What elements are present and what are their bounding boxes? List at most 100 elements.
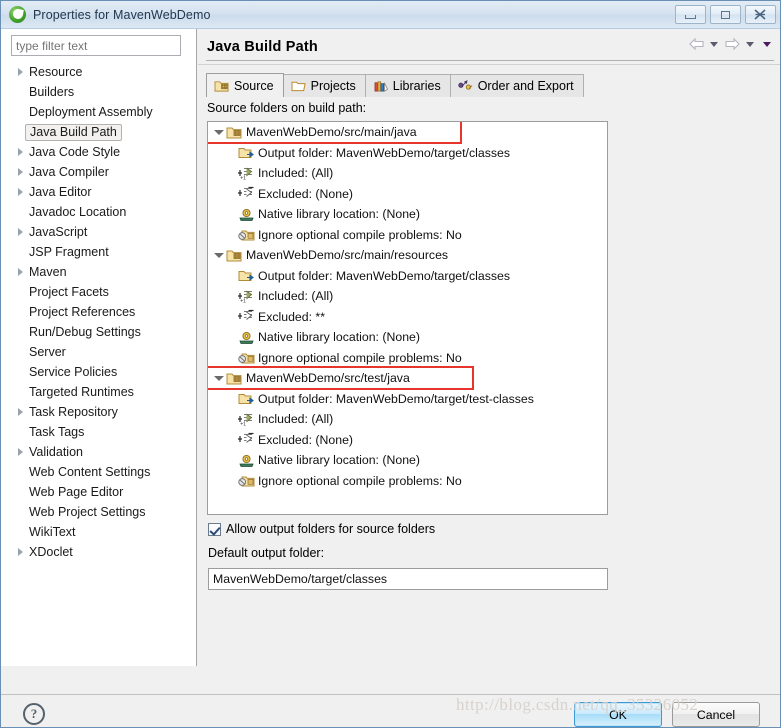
svg-text:+1: +1 bbox=[240, 421, 246, 427]
source-folder-attribute-row[interactable]: Output folder: MavenWebDemo/target/test-… bbox=[208, 389, 607, 410]
sidebar-item-java-editor[interactable]: Java Editor bbox=[1, 182, 196, 202]
back-dropdown-caret-down-icon[interactable] bbox=[710, 41, 718, 47]
native-library-icon bbox=[239, 208, 254, 221]
source-folder-attribute-row[interactable]: Native library location: (None) bbox=[208, 327, 607, 348]
expand-triangle-icon[interactable] bbox=[13, 168, 27, 176]
source-folder-row[interactable]: MavenWebDemo/src/main/resources bbox=[208, 245, 607, 266]
allow-output-folders-row[interactable]: Allow output folders for source folders bbox=[208, 522, 435, 536]
sidebar-item-service-policies[interactable]: Service Policies bbox=[1, 362, 196, 382]
maximize-button[interactable] bbox=[710, 5, 741, 24]
sidebar-item-label: Builders bbox=[29, 85, 75, 99]
forward-button[interactable] bbox=[724, 37, 740, 51]
expand-triangle-icon[interactable] bbox=[13, 548, 27, 556]
sidebar-item-web-content-settings[interactable]: Web Content Settings bbox=[1, 462, 196, 482]
source-folder-attribute-row[interactable]: +1 Included: (All) bbox=[208, 163, 607, 184]
sidebar-item-label: Web Content Settings bbox=[29, 465, 151, 479]
tab-libraries[interactable]: Libraries bbox=[364, 74, 451, 97]
sidebar-item-validation[interactable]: Validation bbox=[1, 442, 196, 462]
source-folder-path: MavenWebDemo/src/main/resources bbox=[246, 248, 449, 263]
source-folder-attribute-row[interactable]: Ignore optional compile problems: No bbox=[208, 225, 607, 246]
tab-order-and-export[interactable]: Order and Export bbox=[449, 74, 584, 97]
source-folder-attribute-row[interactable]: Output folder: MavenWebDemo/target/class… bbox=[208, 266, 607, 287]
arrow-right-icon bbox=[725, 37, 740, 51]
source-folders-list[interactable]: MavenWebDemo/src/main/java Output folder:… bbox=[207, 121, 608, 515]
source-folder-attribute-row[interactable]: Ignore optional compile problems: No bbox=[208, 471, 607, 492]
source-folder-attribute-row[interactable]: Native library location: (None) bbox=[208, 450, 607, 471]
tab-projects[interactable]: Projects bbox=[282, 74, 366, 97]
source-folder-attribute-label: Native library location: (None) bbox=[258, 453, 420, 468]
source-folder-row[interactable]: MavenWebDemo/src/test/java bbox=[208, 368, 607, 389]
source-folder-attribute-row[interactable]: Output folder: MavenWebDemo/target/class… bbox=[208, 143, 607, 164]
tab-label: Projects bbox=[310, 79, 356, 93]
sidebar-item-task-tags[interactable]: Task Tags bbox=[1, 422, 196, 442]
source-folder-attribute-row[interactable]: Excluded: ** bbox=[208, 307, 607, 328]
back-button[interactable] bbox=[688, 37, 704, 51]
sidebar-item-java-build-path[interactable]: Java Build Path bbox=[1, 122, 196, 142]
default-output-folder-input[interactable] bbox=[208, 568, 608, 590]
excluded-filter-icon bbox=[238, 187, 254, 198]
collapse-triangle-icon[interactable] bbox=[212, 375, 226, 381]
source-folder-attribute-row[interactable]: Excluded: (None) bbox=[208, 430, 607, 451]
order-export-icon bbox=[458, 80, 473, 90]
tab-source[interactable]: Source bbox=[206, 73, 284, 97]
sidebar-item-deployment-assembly[interactable]: Deployment Assembly bbox=[1, 102, 196, 122]
sidebar-item-task-repository[interactable]: Task Repository bbox=[1, 402, 196, 422]
source-folder-row[interactable]: MavenWebDemo/src/main/java bbox=[208, 122, 607, 143]
expand-triangle-icon[interactable] bbox=[13, 448, 27, 456]
sidebar-item-xdoclet[interactable]: XDoclet bbox=[1, 542, 196, 562]
sidebar-item-jsp-fragment[interactable]: JSP Fragment bbox=[1, 242, 196, 262]
source-folder-attribute-row[interactable]: +1 Included: (All) bbox=[208, 286, 607, 307]
output-folder-icon bbox=[238, 394, 254, 405]
sidebar-item-server[interactable]: Server bbox=[1, 342, 196, 362]
allow-output-folders-checkbox[interactable] bbox=[208, 522, 221, 536]
libraries-books-icon bbox=[374, 81, 388, 92]
sidebar-item-label: Web Project Settings bbox=[29, 505, 146, 519]
source-folder-attribute-row[interactable]: +1 Included: (All) bbox=[208, 409, 607, 430]
expand-triangle-icon[interactable] bbox=[13, 188, 27, 196]
source-folder-attribute-row[interactable]: Native library location: (None) bbox=[208, 204, 607, 225]
sidebar-item-label: Web Page Editor bbox=[29, 485, 124, 499]
expand-triangle-icon[interactable] bbox=[13, 408, 27, 416]
sidebar-item-label: Project References bbox=[29, 305, 136, 319]
sidebar-item-java-compiler[interactable]: Java Compiler bbox=[1, 162, 196, 182]
settings-pane: Java Build Path Source Projects Librarie… bbox=[198, 29, 780, 666]
sidebar-item-javadoc-location[interactable]: Javadoc Location bbox=[1, 202, 196, 222]
tab-label: Source bbox=[234, 78, 274, 93]
forward-dropdown-caret-down-icon[interactable] bbox=[746, 41, 754, 47]
sidebar-item-label: Server bbox=[29, 345, 66, 359]
source-folder-attribute-row[interactable]: Excluded: (None) bbox=[208, 184, 607, 205]
sidebar-item-project-facets[interactable]: Project Facets bbox=[1, 282, 196, 302]
sidebar-item-web-page-editor[interactable]: Web Page Editor bbox=[1, 482, 196, 502]
minimize-button[interactable] bbox=[675, 5, 706, 24]
sidebar-item-wikitext[interactable]: WikiText bbox=[1, 522, 196, 542]
expand-triangle-icon[interactable] bbox=[13, 148, 27, 156]
sidebar-item-label: Service Policies bbox=[29, 365, 118, 379]
sidebar-item-web-project-settings[interactable]: Web Project Settings bbox=[1, 502, 196, 522]
sidebar-item-targeted-runtimes[interactable]: Targeted Runtimes bbox=[1, 382, 196, 402]
sidebar-item-label: Task Tags bbox=[29, 425, 85, 439]
collapse-triangle-icon[interactable] bbox=[212, 129, 226, 135]
sidebar-item-resource[interactable]: Resource bbox=[1, 62, 196, 82]
ignore-problems-icon bbox=[238, 476, 255, 487]
native-library-icon bbox=[239, 331, 254, 344]
included-filter-icon: +1 bbox=[238, 413, 253, 427]
sidebar-item-java-code-style[interactable]: Java Code Style bbox=[1, 142, 196, 162]
source-folder-attribute-row[interactable]: Ignore optional compile problems: No bbox=[208, 348, 607, 369]
filter-container bbox=[1, 29, 196, 60]
pane-menu-caret-down-icon[interactable] bbox=[763, 41, 771, 47]
window-controls bbox=[675, 5, 776, 24]
sidebar-item-maven[interactable]: Maven bbox=[1, 262, 196, 282]
sidebar-item-label: JSP Fragment bbox=[29, 245, 109, 259]
filter-input[interactable] bbox=[11, 35, 181, 56]
sidebar-item-run-debug-settings[interactable]: Run/Debug Settings bbox=[1, 322, 196, 342]
collapse-triangle-icon[interactable] bbox=[212, 252, 226, 258]
help-icon[interactable]: ? bbox=[23, 703, 45, 725]
expand-triangle-icon[interactable] bbox=[13, 68, 27, 76]
sidebar-item-javascript[interactable]: JavaScript bbox=[1, 222, 196, 242]
source-folder-attribute-label: Ignore optional compile problems: No bbox=[258, 473, 462, 488]
expand-triangle-icon[interactable] bbox=[13, 228, 27, 236]
close-button[interactable] bbox=[745, 5, 776, 24]
sidebar-item-project-references[interactable]: Project References bbox=[1, 302, 196, 322]
expand-triangle-icon[interactable] bbox=[13, 268, 27, 276]
sidebar-item-builders[interactable]: Builders bbox=[1, 82, 196, 102]
